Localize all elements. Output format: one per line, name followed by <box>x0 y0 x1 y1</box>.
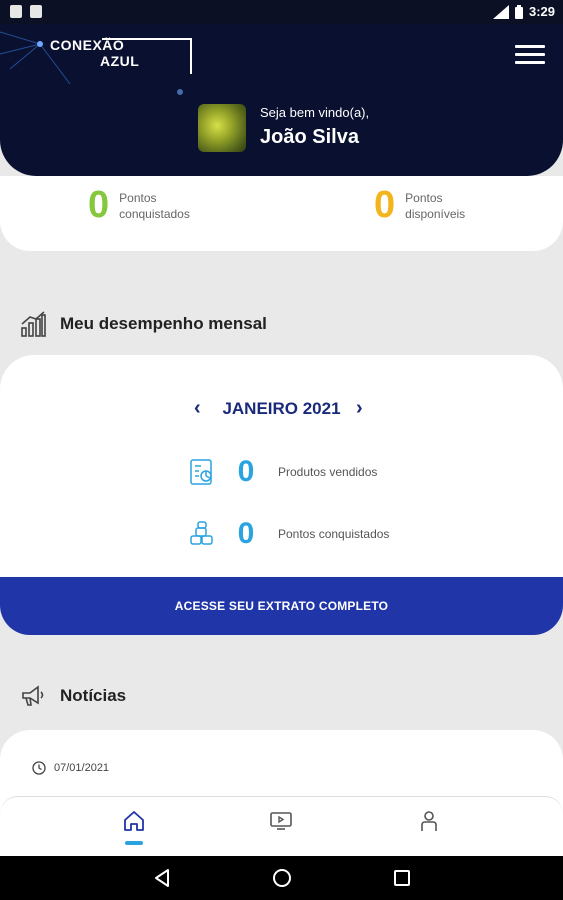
month-label: JANEIRO 2021 <box>222 399 341 418</box>
status-bar: 3:29 <box>0 0 563 24</box>
products-sold-value: 0 <box>237 455 255 488</box>
app-header: CONEXÃO AZUL Seja bem vindo(a), João Sil… <box>0 24 563 176</box>
points-earned-value: 0 <box>88 184 110 226</box>
bottom-navigation <box>0 796 563 856</box>
notification-icons <box>10 5 42 18</box>
profile-icon[interactable] <box>417 809 441 833</box>
active-tab-indicator <box>125 841 143 845</box>
system-navigation-bar <box>0 856 563 900</box>
points-card: 0 Pontos conquistados 0 Pontos disponíve… <box>0 176 563 251</box>
coins-stack-icon <box>190 521 213 545</box>
home-icon[interactable] <box>122 809 146 833</box>
megaphone-icon <box>22 685 44 706</box>
back-icon[interactable] <box>151 867 173 889</box>
app-logo: CONEXÃO AZUL <box>50 37 192 74</box>
stat-points-earned: 0 Pontos conquistados <box>188 517 389 551</box>
news-section-title: Notícias <box>20 684 126 708</box>
video-icon[interactable] <box>269 809 293 833</box>
points-earned-month-value: 0 <box>237 517 255 550</box>
home-button-icon[interactable] <box>271 867 293 889</box>
full-statement-button[interactable]: ACESSE SEU EXTRATO COMPLETO <box>0 577 563 635</box>
points-earned: 0 Pontos conquistados <box>88 184 204 227</box>
logo-bracket <box>102 38 192 74</box>
status-right: 3:29 <box>492 4 555 19</box>
signal-icon <box>492 4 509 19</box>
user-name: João Silva <box>260 126 359 148</box>
notification-icon <box>30 5 42 18</box>
stat-products-sold: 0 Produtos vendidos <box>188 455 377 489</box>
welcome-text: Seja bem vindo(a), <box>260 105 370 120</box>
news-title-text: Notícias <box>60 686 127 705</box>
bar-chart-icon <box>21 311 46 337</box>
document-chart-icon <box>190 459 212 485</box>
notification-icon <box>10 5 22 18</box>
hamburger-menu-icon[interactable] <box>515 45 545 67</box>
recent-apps-icon[interactable] <box>391 867 413 889</box>
clock: 3:29 <box>528 4 555 19</box>
products-sold-label: Produtos vendidos <box>278 465 378 479</box>
points-earned-label: Pontos conquistados <box>119 190 190 221</box>
month-selector: ‹ JANEIRO 2021 › <box>0 397 563 420</box>
chevron-right-icon[interactable]: › <box>356 397 363 420</box>
points-available: 0 Pontos disponíveis <box>374 184 480 227</box>
news-date-text: 07/01/2021 <box>54 762 110 774</box>
points-available-label: Pontos disponíveis <box>405 190 466 221</box>
performance-title-text: Meu desempenho mensal <box>60 314 267 333</box>
avatar[interactable] <box>198 104 246 152</box>
battery-icon <box>514 4 523 19</box>
performance-section-title: Meu desempenho mensal <box>20 310 267 338</box>
points-available-value: 0 <box>374 184 396 226</box>
news-date: 07/01/2021 <box>32 761 109 775</box>
points-earned-month-label: Pontos conquistados <box>278 527 390 541</box>
performance-card: ‹ JANEIRO 2021 › 0 Produtos vendidos 0 P… <box>0 355 563 577</box>
clock-icon <box>32 761 46 775</box>
chevron-left-icon[interactable]: ‹ <box>194 397 201 420</box>
